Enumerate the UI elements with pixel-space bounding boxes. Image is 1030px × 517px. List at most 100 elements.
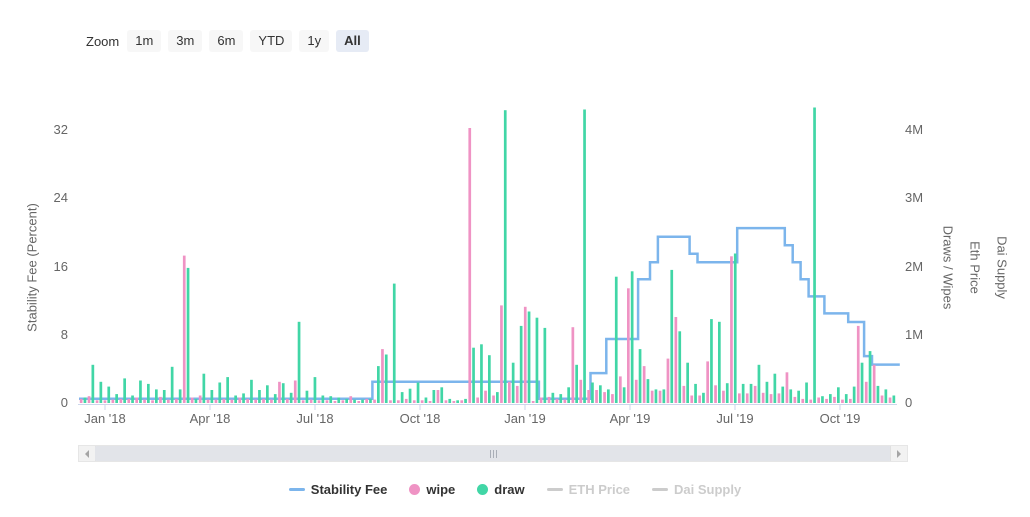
wipe-bar[interactable] <box>722 391 725 403</box>
wipe-bar[interactable] <box>151 400 154 403</box>
draw-bar[interactable] <box>718 322 721 403</box>
draw-bar[interactable] <box>329 396 332 403</box>
wipe-bar[interactable] <box>365 399 368 403</box>
draw-bar[interactable] <box>797 391 800 403</box>
wipe-bar[interactable] <box>730 256 733 403</box>
draw-bar[interactable] <box>845 394 848 403</box>
wipe-bar[interactable] <box>579 380 582 403</box>
wipe-bar[interactable] <box>135 398 138 404</box>
range-button-1y[interactable]: 1y <box>299 30 329 52</box>
draw-bar[interactable] <box>385 355 388 404</box>
wipe-bar[interactable] <box>841 400 844 403</box>
wipe-bar[interactable] <box>389 400 392 403</box>
draw-bar[interactable] <box>369 399 372 403</box>
wipe-bar[interactable] <box>238 398 241 404</box>
wipe-bar[interactable] <box>421 400 424 403</box>
wipe-bar[interactable] <box>476 398 479 404</box>
draw-bar[interactable] <box>805 383 808 404</box>
draw-bar[interactable] <box>607 389 610 403</box>
wipe-bar[interactable] <box>215 400 218 403</box>
wipe-bar[interactable] <box>635 380 638 403</box>
draw-bar[interactable] <box>591 383 594 404</box>
wipe-bar[interactable] <box>690 396 693 404</box>
wipe-bar[interactable] <box>112 400 115 403</box>
wipe-bar[interactable] <box>80 399 83 403</box>
draw-bar[interactable] <box>544 328 547 403</box>
draw-bar[interactable] <box>353 400 356 403</box>
draw-bar[interactable] <box>552 393 555 403</box>
draw-bar[interactable] <box>639 349 642 403</box>
wipe-bar[interactable] <box>246 399 249 403</box>
draw-bar[interactable] <box>758 365 761 403</box>
wipe-bar[interactable] <box>143 400 146 403</box>
wipe-bar[interactable] <box>413 400 416 403</box>
draw-bar[interactable] <box>234 396 237 404</box>
draw-bar[interactable] <box>750 384 753 403</box>
draw-bar[interactable] <box>84 398 87 404</box>
draw-bar[interactable] <box>203 374 206 403</box>
wipe-bar[interactable] <box>167 400 170 403</box>
draw-bar[interactable] <box>813 108 816 404</box>
wipe-bar[interactable] <box>429 401 432 403</box>
draw-bar[interactable] <box>631 271 634 403</box>
draw-bar[interactable] <box>377 366 380 403</box>
draw-bar[interactable] <box>448 399 451 403</box>
draw-bar[interactable] <box>599 385 602 403</box>
draw-bar[interactable] <box>567 387 570 403</box>
draw-bar[interactable] <box>885 389 888 403</box>
wipe-bar[interactable] <box>183 256 186 403</box>
wipe-bar[interactable] <box>849 399 852 403</box>
wipe-bar[interactable] <box>762 393 765 403</box>
draw-bar[interactable] <box>726 383 729 403</box>
draw-bar[interactable] <box>853 387 856 403</box>
wipe-bar[interactable] <box>445 400 448 403</box>
scrollbar-thumb[interactable] <box>95 446 891 461</box>
wipe-bar[interactable] <box>817 398 820 404</box>
wipe-bar[interactable] <box>698 396 701 404</box>
wipe-bar[interactable] <box>349 396 352 403</box>
wipe-bar[interactable] <box>532 401 535 403</box>
scrollbar-right-button[interactable] <box>890 446 907 461</box>
draw-bar[interactable] <box>710 319 713 403</box>
draw-bar[interactable] <box>742 384 745 403</box>
draw-bar[interactable] <box>829 394 832 403</box>
draw-bar[interactable] <box>155 389 158 403</box>
wipe-bar[interactable] <box>857 326 860 403</box>
wipe-bar[interactable] <box>508 382 511 403</box>
draw-bar[interactable] <box>163 390 166 403</box>
wipe-bar[interactable] <box>318 400 321 403</box>
wipe-bar[interactable] <box>706 361 709 403</box>
draw-bar[interactable] <box>425 398 428 404</box>
wipe-bar[interactable] <box>809 400 812 403</box>
draw-bar[interactable] <box>107 387 110 403</box>
wipe-bar[interactable] <box>540 398 543 404</box>
wipe-bar[interactable] <box>746 393 749 403</box>
wipe-bar[interactable] <box>619 376 622 403</box>
range-button-1m[interactable]: 1m <box>127 30 161 52</box>
draw-bar[interactable] <box>345 399 348 403</box>
draw-bar[interactable] <box>869 351 872 403</box>
wipe-bar[interactable] <box>437 390 440 403</box>
wipe-bar[interactable] <box>294 381 297 404</box>
draw-bar[interactable] <box>187 268 190 403</box>
wipe-bar[interactable] <box>334 401 337 403</box>
wipe-bar[interactable] <box>675 317 678 403</box>
chart-plot-area[interactable] <box>0 0 1030 440</box>
wipe-bar[interactable] <box>254 400 257 403</box>
draw-bar[interactable] <box>337 398 340 404</box>
draw-bar[interactable] <box>504 110 507 403</box>
wipe-bar[interactable] <box>603 392 606 403</box>
wipe-bar[interactable] <box>199 396 202 404</box>
draw-bar[interactable] <box>678 331 681 403</box>
draw-bar[interactable] <box>139 381 142 404</box>
draw-bar[interactable] <box>472 348 475 403</box>
wipe-bar[interactable] <box>373 400 376 403</box>
wipe-bar[interactable] <box>357 401 360 403</box>
wipe-bar[interactable] <box>667 359 670 403</box>
draw-bar[interactable] <box>734 254 737 404</box>
draw-bar[interactable] <box>211 390 214 403</box>
wipe-bar[interactable] <box>468 128 471 403</box>
wipe-bar[interactable] <box>120 399 123 403</box>
draw-bar[interactable] <box>195 399 198 403</box>
draw-bar[interactable] <box>409 389 412 403</box>
